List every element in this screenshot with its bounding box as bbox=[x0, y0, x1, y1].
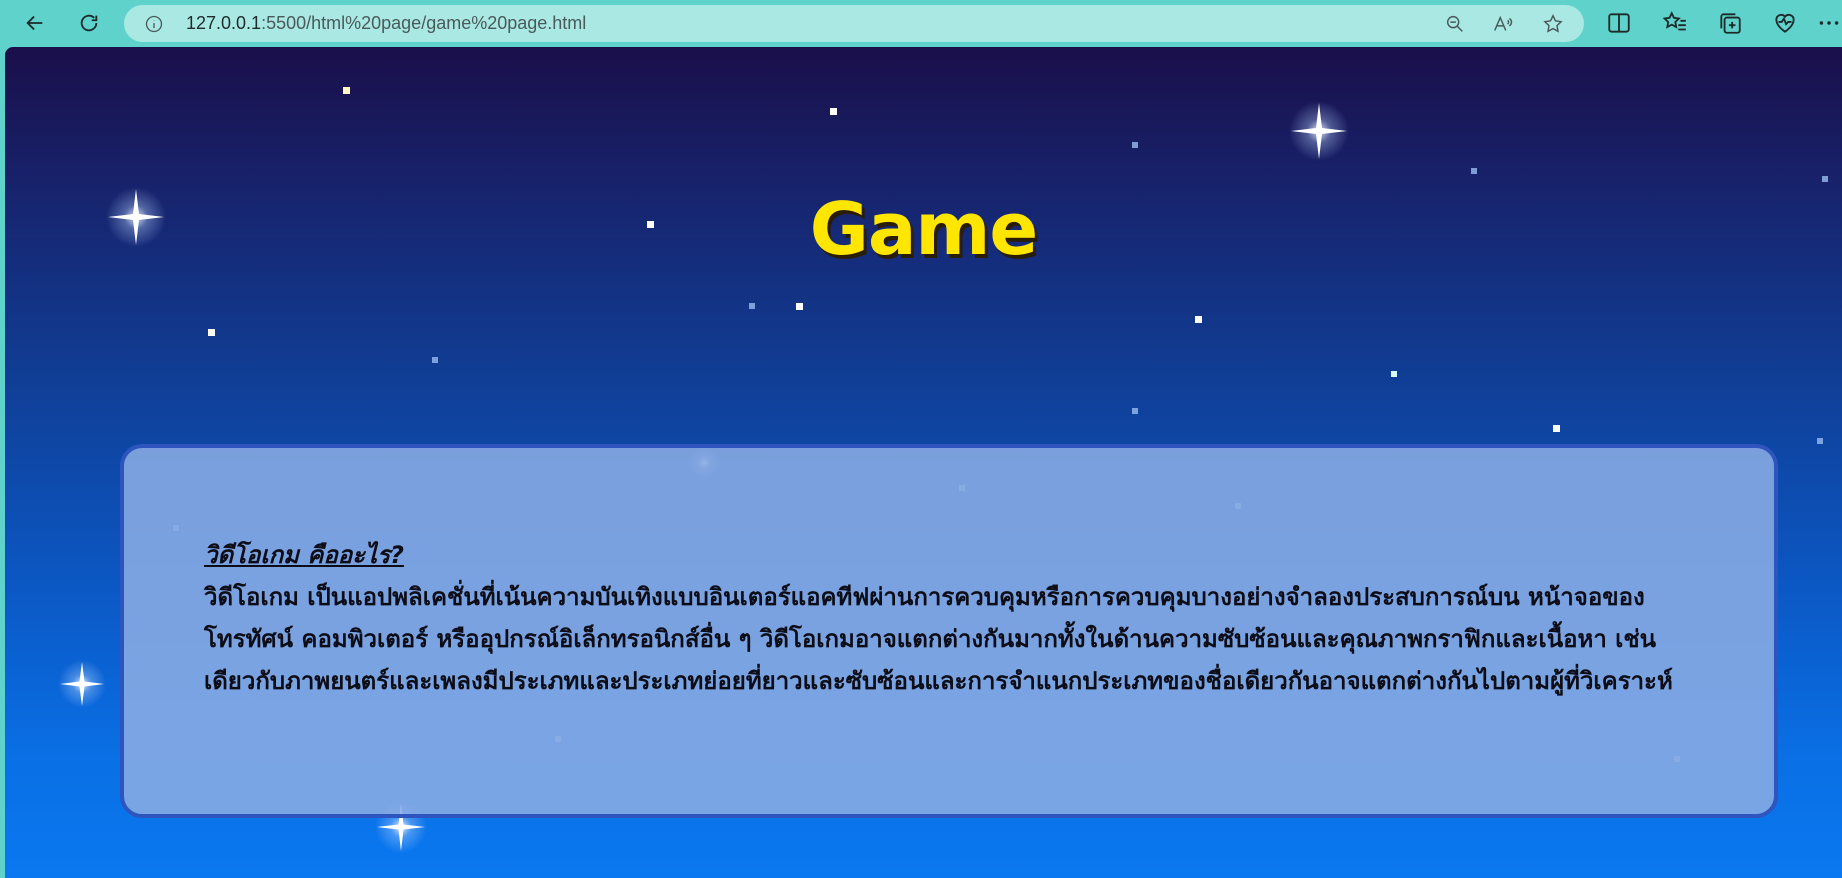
url-host: 127.0.0.1 bbox=[186, 13, 262, 33]
zoom-out-icon[interactable] bbox=[1444, 13, 1466, 35]
back-arrow-icon bbox=[26, 15, 43, 31]
more-icon[interactable] bbox=[1816, 10, 1842, 36]
favorites-icon[interactable] bbox=[1662, 10, 1688, 36]
browser-toolbar: 127.0.0.1:5500/html%20page/game%20page.h… bbox=[0, 0, 1842, 46]
split-screen-icon[interactable] bbox=[1606, 10, 1632, 36]
reload-icon bbox=[80, 14, 98, 32]
browser-essentials-icon[interactable] bbox=[1772, 10, 1798, 36]
url-path: :5500/html%20page/game%20page.html bbox=[261, 13, 587, 33]
info-icon[interactable] bbox=[144, 14, 164, 34]
content-card: วิดีโอเกม คืออะไร? วิดีโอเกม เป็นแอปพลิเ… bbox=[120, 444, 1778, 818]
reload-button[interactable] bbox=[72, 6, 106, 40]
sparkle-star bbox=[1289, 101, 1349, 161]
question-heading: วิดีโอเกม คืออะไร? bbox=[204, 541, 404, 569]
address-bar[interactable]: 127.0.0.1:5500/html%20page/game%20page.h… bbox=[124, 5, 1584, 42]
description-paragraph: วิดีโอเกม เป็นแอปพลิเคชั่นที่เน้นความบัน… bbox=[204, 583, 1673, 695]
content-text-block: วิดีโอเกม คืออะไร? วิดีโอเกม เป็นแอปพลิเ… bbox=[204, 536, 1704, 702]
page-viewport: Game วิดีโอเกม คืออะไร? วิดีโอเกม เป็นแอ… bbox=[5, 47, 1842, 878]
back-button[interactable] bbox=[18, 6, 52, 40]
star-icon[interactable] bbox=[1542, 13, 1564, 35]
page-title: Game bbox=[809, 187, 1039, 271]
url-text[interactable]: 127.0.0.1:5500/html%20page/game%20page.h… bbox=[186, 5, 586, 42]
read-aloud-icon[interactable] bbox=[1492, 13, 1514, 35]
collections-icon[interactable] bbox=[1717, 10, 1743, 36]
sparkle-star bbox=[58, 660, 106, 708]
